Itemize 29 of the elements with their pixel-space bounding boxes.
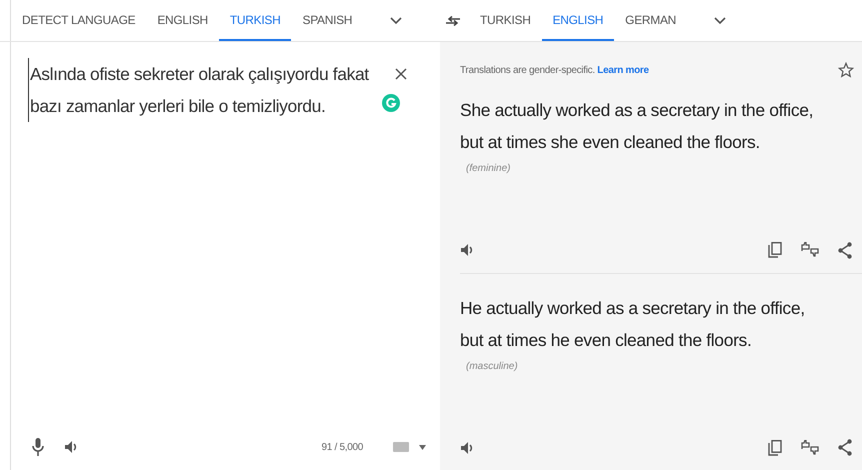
learn-more-link[interactable]: Learn more xyxy=(597,64,649,76)
language-tab[interactable]: SPANISH xyxy=(291,0,364,41)
character-count: 91 / 5,000 xyxy=(322,442,363,452)
close-icon[interactable] xyxy=(395,68,407,80)
speaker-icon[interactable] xyxy=(460,440,474,454)
caret-icon[interactable] xyxy=(419,444,426,450)
language-tab[interactable]: DETECT LANGUAGE xyxy=(11,0,146,41)
chevron-down-icon[interactable] xyxy=(713,16,728,26)
star-icon[interactable] xyxy=(838,62,854,78)
translation-text: He actually worked as a secretary in the office, but at times he even cleaned the floors. xyxy=(460,296,806,352)
copy-icon[interactable] xyxy=(768,242,782,258)
share-icon[interactable] xyxy=(838,242,852,258)
language-tab[interactable]: TURKISH xyxy=(218,0,292,41)
language-tab[interactable]: TURKISH xyxy=(469,0,542,41)
translation-text: She actually worked as a secretary in the office, but at times she even cleaned the floors. xyxy=(460,99,814,154)
gender-notice: Translations are gender-specific. Learn more xyxy=(460,64,649,76)
swap-icon[interactable] xyxy=(445,14,461,26)
thumbs-icon[interactable] xyxy=(801,440,819,456)
microphone-icon[interactable] xyxy=(32,438,44,456)
gender-label: (feminine) xyxy=(465,163,510,174)
share-icon[interactable] xyxy=(838,439,852,456)
language-tab[interactable]: GERMAN xyxy=(614,0,688,41)
thumbs-icon[interactable] xyxy=(801,242,819,258)
copy-icon[interactable] xyxy=(768,440,782,456)
speaker-icon[interactable] xyxy=(460,243,474,257)
language-tab[interactable]: ENGLISH xyxy=(146,0,219,41)
speaker-icon[interactable] xyxy=(64,440,78,454)
gender-label: (masculine) xyxy=(465,360,518,372)
chevron-down-icon[interactable] xyxy=(389,16,404,26)
